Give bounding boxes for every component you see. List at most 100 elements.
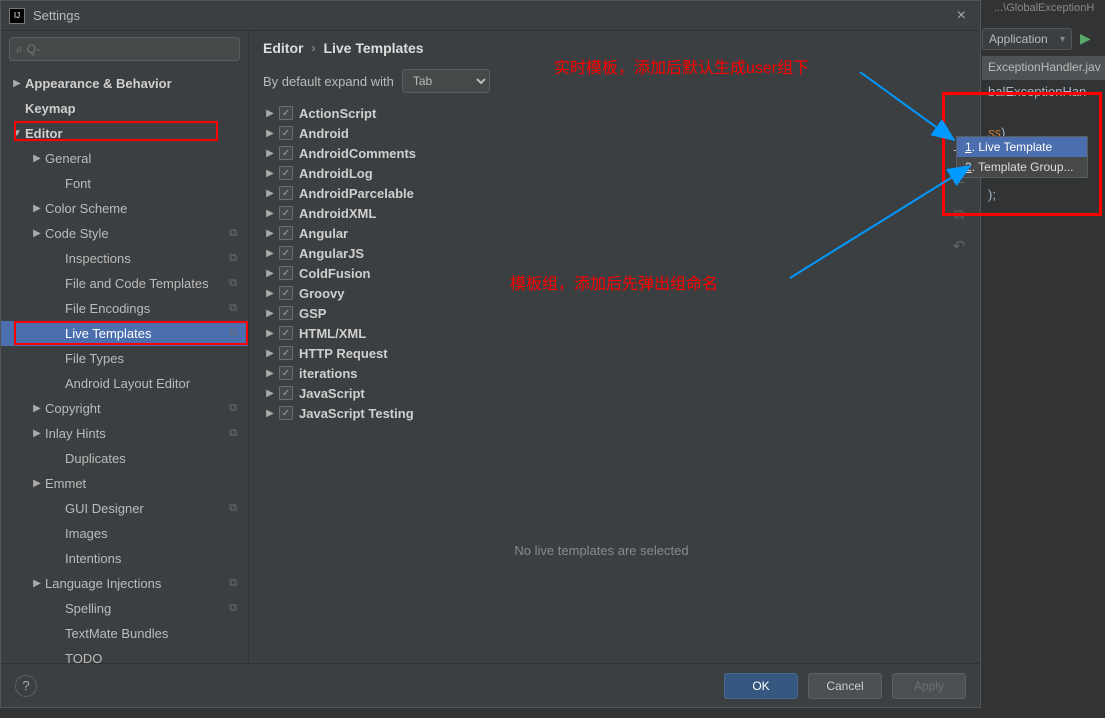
template-group-gsp[interactable]: ▶✓GSP	[263, 303, 940, 323]
group-checkbox[interactable]: ✓	[279, 386, 293, 400]
add-template-popup[interactable]: 1. Live Template2. Template Group...	[956, 136, 1088, 178]
expand-arrow-icon[interactable]: ▶	[263, 148, 277, 159]
tree-node-gui-designer[interactable]: GUI Designer⧉	[1, 496, 248, 521]
expand-arrow-icon[interactable]: ▶	[263, 168, 277, 179]
tree-node-appearance-behavior[interactable]: ▶Appearance & Behavior	[1, 71, 248, 96]
group-checkbox[interactable]: ✓	[279, 126, 293, 140]
tree-node-general[interactable]: ▶General	[1, 146, 248, 171]
tree-node-intentions[interactable]: Intentions	[1, 546, 248, 571]
group-checkbox[interactable]: ✓	[279, 186, 293, 200]
tree-node-label: File Encodings	[65, 301, 226, 316]
template-group-androidlog[interactable]: ▶✓AndroidLog	[263, 163, 940, 183]
group-checkbox[interactable]: ✓	[279, 226, 293, 240]
template-group-groovy[interactable]: ▶✓Groovy	[263, 283, 940, 303]
cancel-button[interactable]: Cancel	[808, 673, 882, 699]
tree-node-language-injections[interactable]: ▶Language Injections⧉	[1, 571, 248, 596]
tree-node-inlay-hints[interactable]: ▶Inlay Hints⧉	[1, 421, 248, 446]
tree-node-spelling[interactable]: Spelling⧉	[1, 596, 248, 621]
expand-arrow-icon[interactable]: ▶	[31, 428, 43, 439]
expand-arrow-icon[interactable]: ▶	[263, 208, 277, 219]
tree-node-file-and-code-templates[interactable]: File and Code Templates⧉	[1, 271, 248, 296]
ok-button[interactable]: OK	[724, 673, 798, 699]
tree-node-editor[interactable]: ▼Editor	[1, 121, 248, 146]
expand-arrow-icon[interactable]: ▶	[263, 308, 277, 319]
popup-item-template-group-[interactable]: 2. Template Group...	[957, 157, 1087, 177]
group-checkbox[interactable]: ✓	[279, 406, 293, 420]
expand-arrow-icon[interactable]: ▶	[31, 403, 43, 414]
close-icon[interactable]: ×	[951, 7, 972, 25]
tree-node-emmet[interactable]: ▶Emmet	[1, 471, 248, 496]
expand-arrow-icon[interactable]: ▶	[31, 228, 43, 239]
expand-arrow-icon[interactable]: ▶	[31, 578, 43, 589]
copy-template-button[interactable]: ⧉	[948, 203, 970, 225]
template-group-http-request[interactable]: ▶✓HTTP Request	[263, 343, 940, 363]
revert-template-button[interactable]: ↶	[948, 235, 970, 257]
settings-search[interactable]: ⌕	[9, 37, 240, 61]
group-checkbox[interactable]: ✓	[279, 106, 293, 120]
tree-node-duplicates[interactable]: Duplicates	[1, 446, 248, 471]
expand-arrow-icon[interactable]: ▶	[31, 478, 43, 489]
tree-node-font[interactable]: Font	[1, 171, 248, 196]
expand-arrow-icon[interactable]: ▶	[263, 248, 277, 259]
expand-arrow-icon[interactable]: ▶	[263, 408, 277, 419]
group-checkbox[interactable]: ✓	[279, 366, 293, 380]
group-checkbox[interactable]: ✓	[279, 346, 293, 360]
tree-node-color-scheme[interactable]: ▶Color Scheme	[1, 196, 248, 221]
expand-arrow-icon[interactable]: ▶	[263, 108, 277, 119]
expand-arrow-icon[interactable]: ▶	[31, 203, 43, 214]
template-group-androidparcelable[interactable]: ▶✓AndroidParcelable	[263, 183, 940, 203]
run-config-dropdown[interactable]: Application	[982, 28, 1072, 50]
tree-node-images[interactable]: Images	[1, 521, 248, 546]
expand-arrow-icon[interactable]: ▶	[263, 128, 277, 139]
template-group-javascript[interactable]: ▶✓JavaScript	[263, 383, 940, 403]
group-checkbox[interactable]: ✓	[279, 146, 293, 160]
editor-tab[interactable]: ExceptionHandler.jav	[982, 56, 1105, 80]
template-groups-list[interactable]: ▶✓ActionScript▶✓Android▶✓AndroidComments…	[263, 103, 940, 423]
expand-arrow-icon[interactable]: ▶	[263, 268, 277, 279]
tree-node-todo[interactable]: TODO	[1, 646, 248, 663]
run-icon[interactable]: ▶	[1080, 30, 1091, 47]
expand-arrow-icon[interactable]: ▼	[11, 128, 23, 139]
template-group-angular[interactable]: ▶✓Angular	[263, 223, 940, 243]
tree-node-live-templates[interactable]: Live Templates⧉	[1, 321, 248, 346]
template-group-angularjs[interactable]: ▶✓AngularJS	[263, 243, 940, 263]
group-checkbox[interactable]: ✓	[279, 246, 293, 260]
expand-arrow-icon[interactable]: ▶	[263, 228, 277, 239]
expand-arrow-icon[interactable]: ▶	[31, 153, 43, 164]
expand-arrow-icon[interactable]: ▶	[263, 348, 277, 359]
tree-node-code-style[interactable]: ▶Code Style⧉	[1, 221, 248, 246]
tree-node-copyright[interactable]: ▶Copyright⧉	[1, 396, 248, 421]
tree-node-file-encodings[interactable]: File Encodings⧉	[1, 296, 248, 321]
group-checkbox[interactable]: ✓	[279, 206, 293, 220]
expand-arrow-icon[interactable]: ▶	[263, 368, 277, 379]
expand-arrow-icon[interactable]: ▶	[11, 78, 23, 89]
template-group-iterations[interactable]: ▶✓iterations	[263, 363, 940, 383]
search-input[interactable]	[27, 42, 233, 56]
template-group-javascript-testing[interactable]: ▶✓JavaScript Testing	[263, 403, 940, 423]
tree-node-keymap[interactable]: Keymap	[1, 96, 248, 121]
apply-button[interactable]: Apply	[892, 673, 966, 699]
group-checkbox[interactable]: ✓	[279, 306, 293, 320]
expand-with-select[interactable]: Tab	[402, 69, 490, 93]
help-button[interactable]: ?	[15, 675, 37, 697]
settings-tree[interactable]: ▶Appearance & BehaviorKeymap▼Editor▶Gene…	[1, 67, 248, 663]
template-group-actionscript[interactable]: ▶✓ActionScript	[263, 103, 940, 123]
template-group-coldfusion[interactable]: ▶✓ColdFusion	[263, 263, 940, 283]
template-group-androidxml[interactable]: ▶✓AndroidXML	[263, 203, 940, 223]
expand-arrow-icon[interactable]: ▶	[263, 328, 277, 339]
group-checkbox[interactable]: ✓	[279, 266, 293, 280]
tree-node-textmate-bundles[interactable]: TextMate Bundles	[1, 621, 248, 646]
group-checkbox[interactable]: ✓	[279, 286, 293, 300]
group-checkbox[interactable]: ✓	[279, 326, 293, 340]
expand-arrow-icon[interactable]: ▶	[263, 288, 277, 299]
template-group-android[interactable]: ▶✓Android	[263, 123, 940, 143]
template-group-html-xml[interactable]: ▶✓HTML/XML	[263, 323, 940, 343]
popup-item-live-template[interactable]: 1. Live Template	[957, 137, 1087, 157]
template-group-androidcomments[interactable]: ▶✓AndroidComments	[263, 143, 940, 163]
tree-node-file-types[interactable]: File Types	[1, 346, 248, 371]
expand-arrow-icon[interactable]: ▶	[263, 188, 277, 199]
tree-node-android-layout-editor[interactable]: Android Layout Editor	[1, 371, 248, 396]
tree-node-inspections[interactable]: Inspections⧉	[1, 246, 248, 271]
expand-arrow-icon[interactable]: ▶	[263, 388, 277, 399]
group-checkbox[interactable]: ✓	[279, 166, 293, 180]
